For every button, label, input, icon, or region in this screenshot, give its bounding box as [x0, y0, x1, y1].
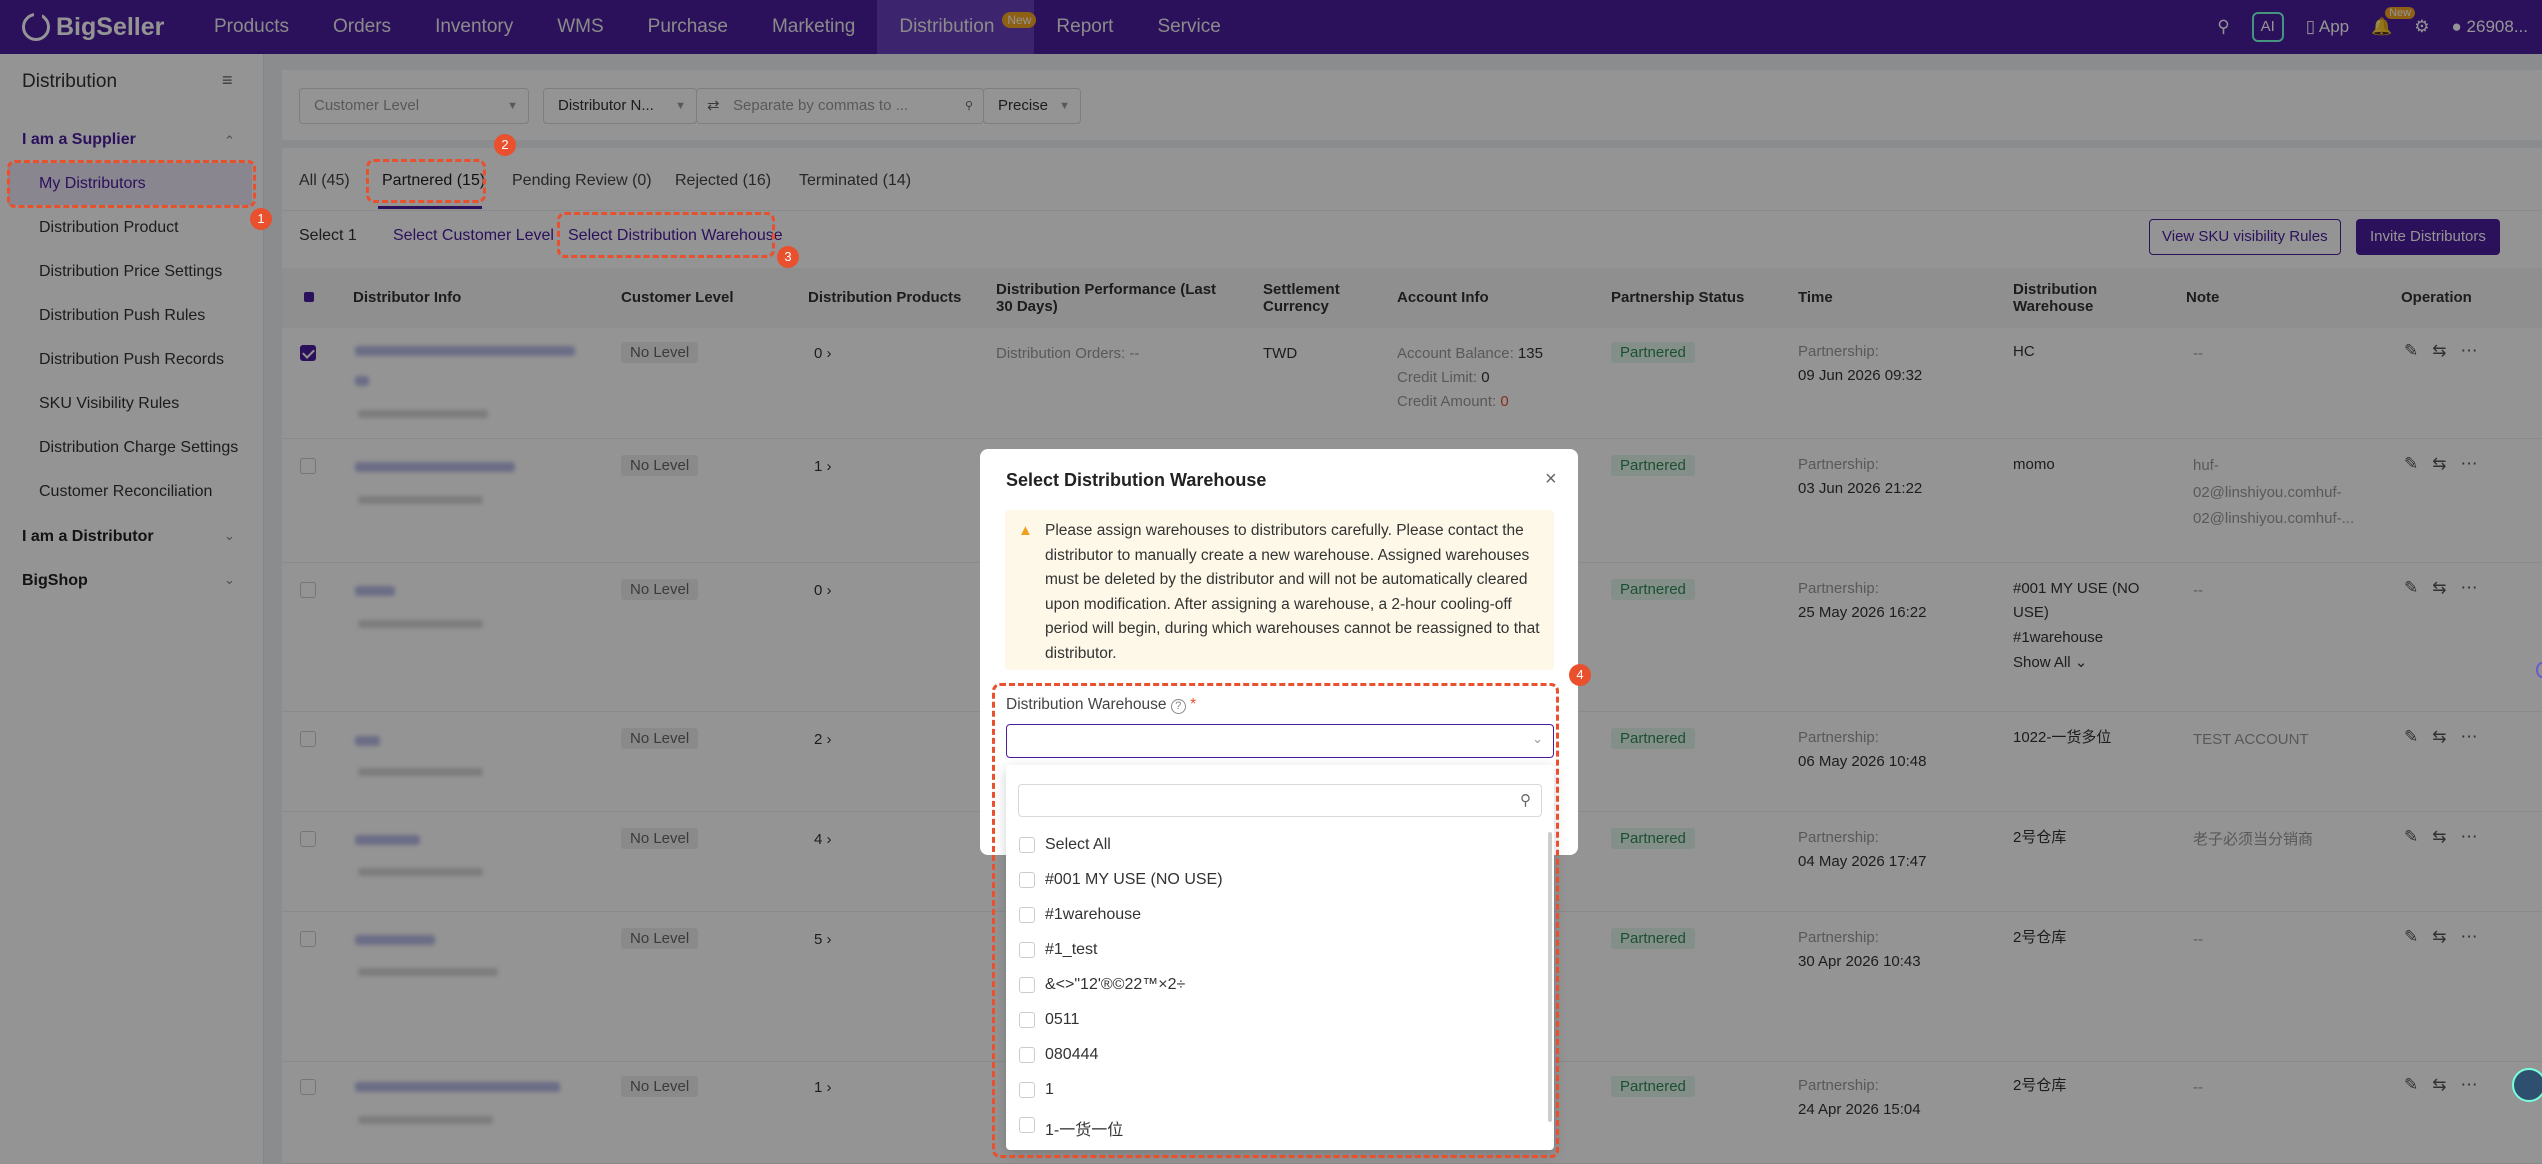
side-handle-icon[interactable] — [2536, 662, 2542, 678]
annotation-number: 2 — [494, 134, 516, 156]
annotation-box-partnered-tab — [366, 159, 486, 203]
annotation-box-warehouse-field — [992, 683, 1559, 1158]
assistant-avatar[interactable] — [2512, 1068, 2542, 1102]
modal-title: Select Distribution Warehouse — [1006, 470, 1267, 490]
annotation-box-select-warehouse — [557, 212, 775, 258]
annotation-box-my-distributors — [7, 160, 256, 208]
annotation-number: 4 — [1569, 664, 1591, 686]
warning-icon: ▲ — [1018, 522, 1033, 539]
annotation-number: 1 — [250, 208, 272, 230]
annotation-number: 3 — [777, 246, 799, 268]
warning-text: Please assign warehouses to distributors… — [1045, 522, 1540, 662]
close-icon[interactable]: × — [1545, 468, 1557, 491]
